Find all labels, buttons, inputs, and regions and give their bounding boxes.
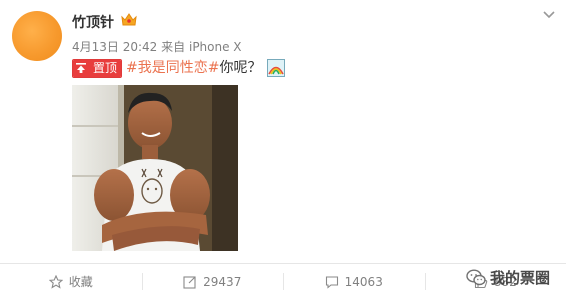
pin-label: 置顶 <box>89 59 122 77</box>
star-icon <box>48 274 63 289</box>
post-line: 置顶 #我是同性恋#你呢？ <box>72 58 286 78</box>
comment-icon <box>325 275 338 289</box>
topic-link[interactable]: #我是同性恋# <box>126 60 219 76</box>
post-text-rest: 你呢？ <box>219 60 262 76</box>
source-device: iPhone X <box>188 40 242 54</box>
watermark: 我的票圈 <box>466 267 550 288</box>
avatar[interactable] <box>12 11 62 61</box>
favorite-label: 收藏 <box>68 275 93 289</box>
repost-button[interactable]: 29437 <box>141 264 284 299</box>
wechat-icon <box>466 268 486 285</box>
repost-count: 29437 <box>203 274 242 289</box>
post-meta: 4月13日 20:42 来自 iPhone X <box>72 38 242 55</box>
post-date[interactable]: 4月13日 20:42 <box>72 40 157 54</box>
source-prefix: 来自 <box>161 40 186 54</box>
comment-count: 14063 <box>344 274 383 289</box>
post-text: #我是同性恋#你呢？ <box>126 58 261 78</box>
comment-button[interactable]: 14063 <box>283 264 425 299</box>
chevron-down-icon[interactable] <box>543 11 555 19</box>
username[interactable]: 竹顶针 <box>72 12 114 32</box>
favorite-button[interactable]: 收藏 <box>0 264 142 299</box>
rainbow-emoji-icon <box>267 59 286 77</box>
vip-crown-icon[interactable] <box>120 12 138 27</box>
repost-icon <box>183 275 196 289</box>
pin-icon <box>73 59 89 77</box>
post-photo[interactable] <box>72 85 238 251</box>
pinned-badge: 置顶 <box>72 58 123 78</box>
watermark-text: 我的票圈 <box>490 269 551 287</box>
